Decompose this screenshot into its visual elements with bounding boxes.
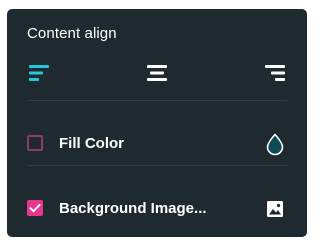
divider (27, 100, 287, 101)
image-icon (267, 201, 283, 217)
align-center-icon (147, 65, 167, 81)
align-right-button[interactable] (263, 61, 287, 85)
background-image-option: Background Image... (27, 197, 287, 221)
fill-color-picker-button[interactable] (263, 132, 287, 156)
background-image-label: Background Image... (59, 200, 207, 217)
align-left-icon (29, 65, 49, 81)
align-left-button[interactable] (27, 61, 51, 85)
align-right-icon (265, 65, 285, 81)
content-align-panel: Content align Fill Color Background Imag… (7, 9, 307, 237)
background-image-picker-button[interactable] (263, 197, 287, 221)
align-center-button[interactable] (145, 61, 169, 85)
checkmark-icon (29, 203, 41, 213)
fill-color-option: Fill Color (27, 132, 287, 156)
divider (27, 165, 287, 166)
align-buttons (7, 61, 307, 85)
fill-color-label: Fill Color (59, 135, 124, 152)
section-title: Content align (27, 25, 117, 42)
background-image-checkbox[interactable] (27, 200, 43, 216)
fill-color-checkbox[interactable] (27, 135, 43, 151)
drop-icon (266, 133, 284, 156)
